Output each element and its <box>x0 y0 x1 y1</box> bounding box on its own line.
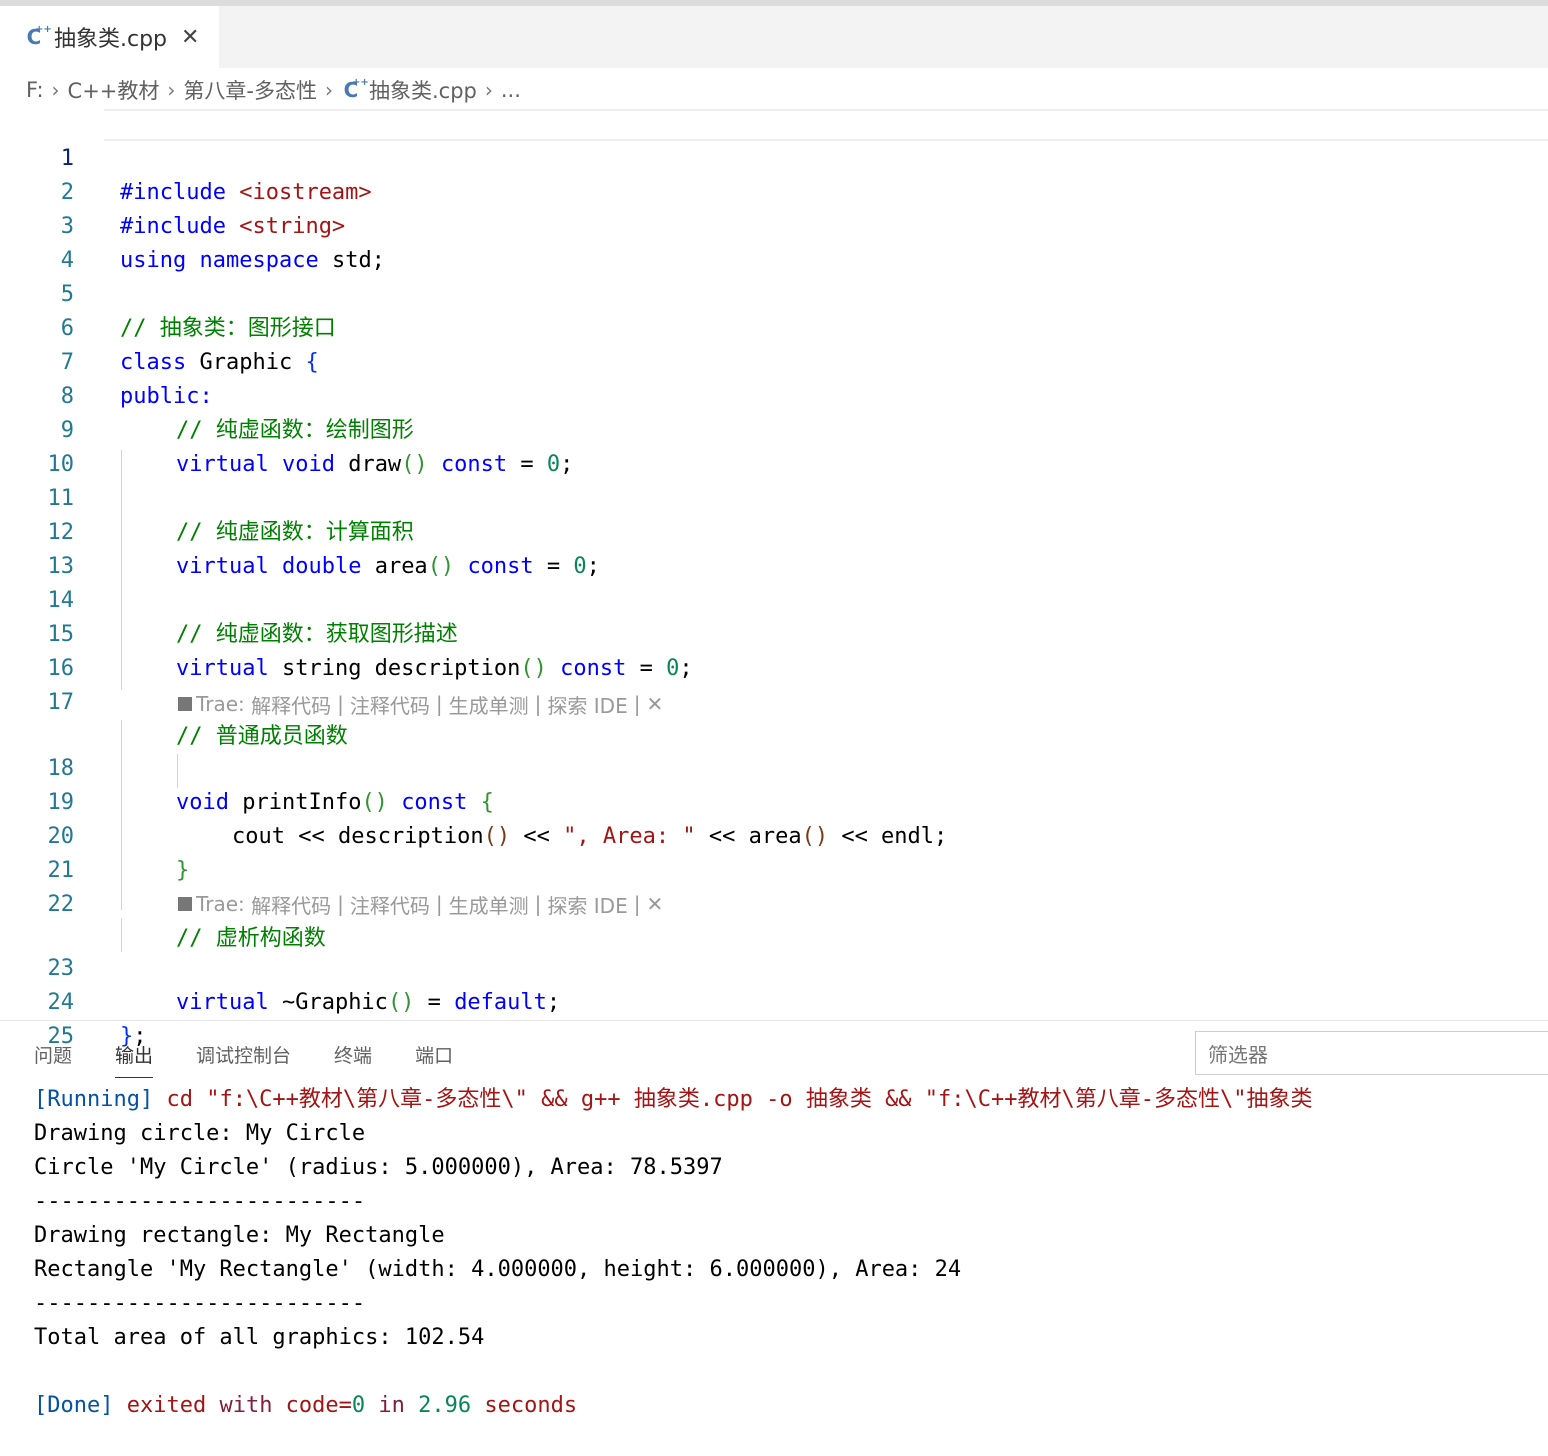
codelens-sep: | <box>337 892 344 916</box>
tab-abstract-class-cpp[interactable]: C ++ 抽象类.cpp ✕ <box>0 6 219 68</box>
code-line: 5 // 抽象类：图形接口 <box>0 244 1548 341</box>
chevron-right-icon: › <box>51 78 60 102</box>
done-text: with <box>219 1393 273 1418</box>
code-line: 11 // 纯虚函数：计算面积 <box>0 448 1548 545</box>
codelens-prefix: Trae: <box>196 692 245 716</box>
output-line: Drawing rectangle: My Rectangle <box>34 1223 445 1248</box>
breadcrumb-drive[interactable]: F: <box>26 78 44 102</box>
exit-code: 0 <box>351 1393 366 1418</box>
codelens-sep: | <box>534 692 542 716</box>
cpp-file-icon: C ++ <box>26 24 52 49</box>
trae-icon <box>178 697 192 711</box>
running-tag: [Running] <box>34 1087 154 1112</box>
line-number: 17 <box>47 690 75 715</box>
chevron-right-icon: › <box>324 78 333 102</box>
codelens-explore[interactable]: 探索 IDE <box>547 690 627 719</box>
code-line: 2 #include <string> <box>0 142 1548 239</box>
breadcrumb-symbol[interactable]: ... <box>501 78 521 102</box>
codelens-sep: | <box>337 692 344 716</box>
output-line: Drawing circle: My Circle <box>34 1121 366 1146</box>
bottom-panel: 问题 输出 调试控制台 终端 端口 筛选器 [Running] cd "f:\C… <box>0 1020 1548 1456</box>
close-icon[interactable]: ✕ <box>181 25 199 50</box>
code-line: 7 public: <box>0 312 1548 409</box>
output-line: ------------------------- <box>34 1189 366 1214</box>
done-text: seconds <box>471 1393 578 1418</box>
code-line: 16 <box>0 618 1548 681</box>
codelens-comment[interactable]: 注释代码 <box>350 690 430 719</box>
code-line: 1 #include <iostream> <box>0 108 1548 205</box>
code-line: 18 void printInfo() const { <box>0 718 1548 815</box>
code-line: 23 virtual ~Graphic() = default; <box>0 918 1548 1015</box>
done-text: exited <box>113 1393 220 1418</box>
trae-icon <box>178 897 192 911</box>
code-line: 19 cout << description() << ", Area: " <… <box>0 752 1548 849</box>
output-line: Rectangle 'My Rectangle' (width: 4.00000… <box>34 1257 962 1282</box>
code-line: 6 class Graphic { <box>0 278 1548 375</box>
code-line: 10 <box>0 414 1548 477</box>
codelens-sep: | <box>435 892 443 916</box>
code-line: 14 // 纯虚函数：获取图形描述 <box>0 550 1548 647</box>
tab-output[interactable]: 输出 <box>115 1041 154 1078</box>
codelens-unit-test[interactable]: 生成单测 <box>449 890 529 919</box>
close-icon[interactable]: ✕ <box>646 892 663 916</box>
panel-tabs: 问题 输出 调试控制台 终端 端口 <box>34 1041 496 1078</box>
code-line: 20 } <box>0 786 1548 883</box>
codelens-prefix: Trae: <box>196 892 245 916</box>
breadcrumb-file[interactable]: 抽象类.cpp <box>369 75 477 105</box>
code-line: 4 <box>0 210 1548 273</box>
tab-terminal[interactable]: 终端 <box>334 1041 372 1068</box>
tab-debug-console[interactable]: 调试控制台 <box>196 1041 291 1068</box>
code-line: 21 <box>0 820 1548 883</box>
done-tag: [Done] <box>34 1393 114 1418</box>
code-line: 8 // 纯虚函数：绘制图形 <box>0 346 1548 443</box>
done-text: in <box>365 1393 419 1418</box>
tab-label: 抽象类.cpp <box>54 27 168 52</box>
tab-ports[interactable]: 端口 <box>415 1041 453 1068</box>
codelens-explain[interactable]: 解释代码 <box>251 890 331 919</box>
code-line: 15 virtual string description() const = … <box>0 584 1548 681</box>
run-command: cd "f:\C++教材\第八章-多态性\" && g++ 抽象类.cpp -o… <box>153 1087 1313 1112</box>
output-line: [Done] exited with code=0 in 2.96 second… <box>34 1389 577 1423</box>
breadcrumb-folder[interactable]: C++教材 <box>68 75 160 105</box>
codelens-sep: | <box>435 692 443 716</box>
output-line: Circle 'My Circle' (radius: 5.000000), A… <box>34 1155 723 1180</box>
codelens-unit-test[interactable]: 生成单测 <box>449 690 529 719</box>
chevron-right-icon: › <box>167 78 176 102</box>
cpp-file-icon: C ++ <box>343 77 369 102</box>
close-icon[interactable]: ✕ <box>646 692 663 716</box>
trae-codelens: Trae: 解释代码 | 注释代码 | 生成单测 | 探索 IDE | ✕ <box>178 689 663 719</box>
trae-codelens: Trae: 解释代码 | 注释代码 | 生成单测 | 探索 IDE | ✕ <box>178 889 663 919</box>
code-line: 22 // 虚析构函数 <box>0 854 1548 951</box>
output-line: Total area of all graphics: 102.54 <box>34 1325 485 1350</box>
output-line: ------------------------- <box>34 1291 366 1316</box>
code-line: 3 using namespace std; <box>0 176 1548 273</box>
chevron-right-icon: › <box>484 78 493 102</box>
codelens-sep: | <box>633 692 641 716</box>
codelens-explore[interactable]: 探索 IDE <box>547 890 627 919</box>
codelens-comment[interactable]: 注释代码 <box>350 890 430 919</box>
breadcrumb-subfolder[interactable]: 第八章-多态性 <box>183 75 317 105</box>
code-line: 25 <box>0 986 1548 1049</box>
code-line: 12 virtual double area() const = 0; <box>0 482 1548 579</box>
done-text: code= <box>272 1393 352 1418</box>
codelens-explain[interactable]: 解释代码 <box>251 690 331 719</box>
code-line: 9 virtual void draw() const = 0; <box>0 380 1548 477</box>
code-line: 17 // 普通成员函数 <box>0 652 1548 749</box>
codelens-sep: | <box>534 892 542 916</box>
breadcrumb: F: › C++教材 › 第八章-多态性 › C ++ 抽象类.cpp › ... <box>26 74 521 106</box>
output-line: [Running] cd "f:\C++教材\第八章-多态性\" && g++ … <box>34 1083 1313 1117</box>
editor-tab-bar: C ++ 抽象类.cpp ✕ <box>0 6 1548 68</box>
code-editor[interactable]: 1 #include <iostream> 2 #include <string… <box>0 108 1548 1049</box>
elapsed-time: 2.96 <box>418 1393 472 1418</box>
tab-problems[interactable]: 问题 <box>34 1041 72 1068</box>
line-number: 22 <box>47 892 75 917</box>
codelens-sep: | <box>633 892 641 916</box>
filter-input[interactable]: 筛选器 <box>1195 1031 1548 1075</box>
code-line: 24 }; <box>0 952 1548 1049</box>
code-line: 13 <box>0 516 1548 579</box>
